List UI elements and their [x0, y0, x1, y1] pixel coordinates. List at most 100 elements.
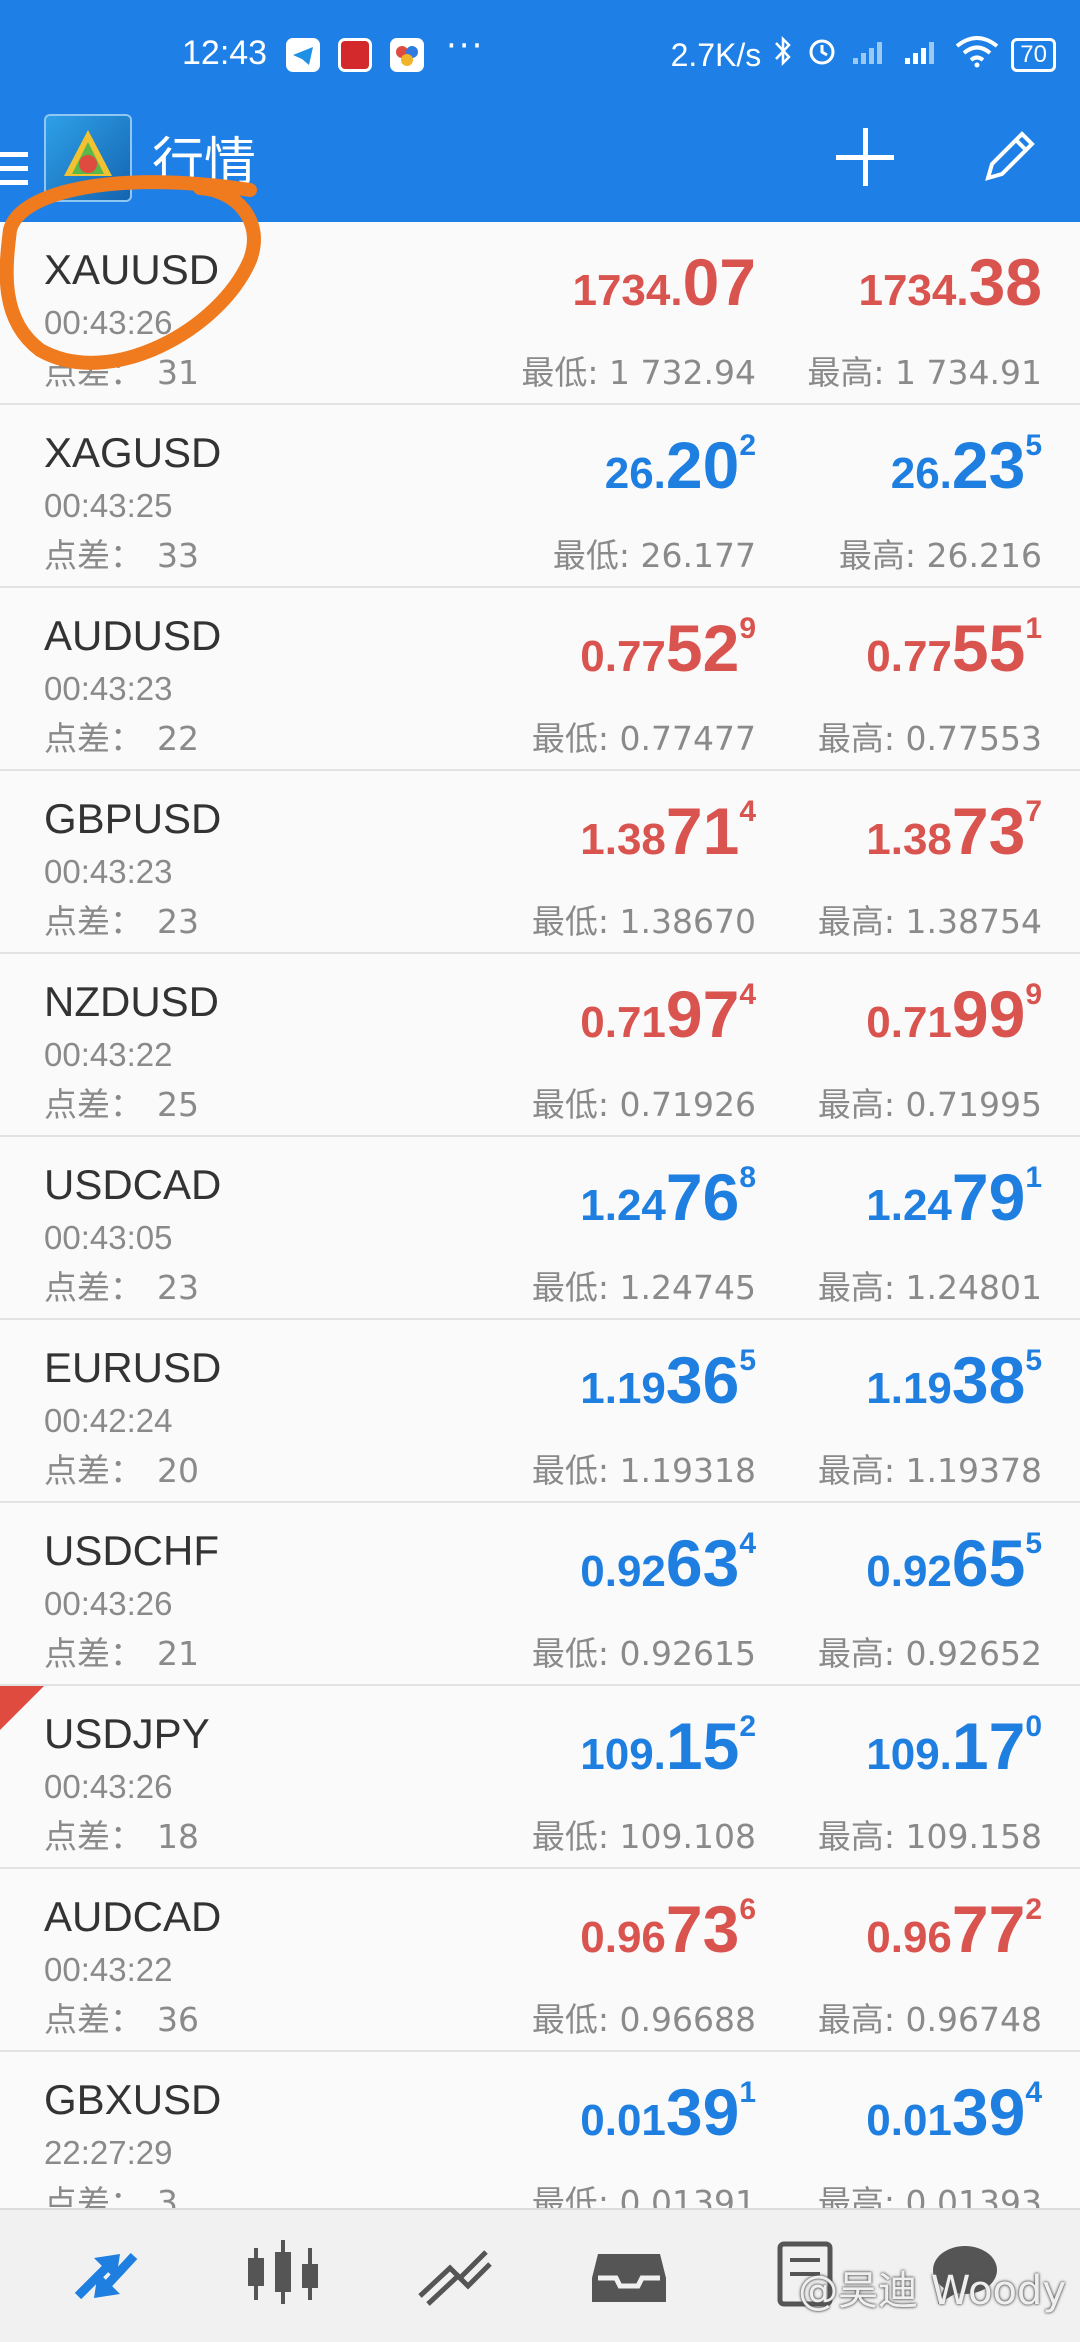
ask-price: 1734.38: [858, 244, 1042, 320]
ask-price: 0.01394: [866, 2074, 1042, 2150]
bid-price-prefix: 0.77: [580, 632, 666, 681]
ask-price-pips: 99: [951, 977, 1026, 1051]
nav-history[interactable]: [584, 2234, 674, 2314]
quote-row[interactable]: GBPUSD 00:43:23 点差： 23 1.38714 1.38737 最低: 1.3…: [0, 771, 1080, 954]
bid-price: 1.24768: [580, 1159, 756, 1235]
high-label: 最高:: [817, 1268, 896, 1307]
quote-row[interactable]: AUDCAD 00:43:22 点差： 36 0.96736 0.96772 最低: 0.9…: [0, 1869, 1080, 2052]
quote-row[interactable]: AUDUSD 00:43:23 点差： 22 0.77529 0.77551 最低: 0.7…: [0, 588, 1080, 771]
bid-price-fraction: 1: [739, 2076, 756, 2109]
quote-row[interactable]: USDCHF 00:43:26 点差： 21 0.92634 0.92655 最低: 0.9…: [0, 1503, 1080, 1686]
high-value: 26.216: [926, 536, 1042, 575]
low-price: 最低: 1.24745: [532, 1261, 756, 1309]
low-value: 0.96688: [619, 2000, 756, 2039]
low-label: 最低:: [531, 2000, 610, 2039]
high-label: 最高:: [817, 902, 896, 941]
spread-label: 点差：: [44, 1085, 143, 1124]
quote-row[interactable]: USDCAD 00:43:05 点差： 23 1.24768 1.24791 最低: 1.2…: [0, 1137, 1080, 1320]
hamburger-menu-icon[interactable]: [0, 138, 30, 194]
quote-time: 00:43:22: [44, 1951, 173, 1988]
high-label: 最高:: [817, 1451, 896, 1490]
more-notifications-icon: ···: [446, 26, 485, 66]
bid-price-fraction: 4: [739, 1527, 756, 1560]
bid-price: 1734.07: [572, 244, 756, 320]
ask-price: 1.24791: [866, 1159, 1042, 1235]
add-symbol-icon[interactable]: [836, 128, 894, 186]
spread-text: 点差： 22: [44, 712, 199, 760]
high-value: 0.77553: [905, 719, 1042, 758]
quote-time: 00:43:26: [44, 304, 173, 341]
signal-weak-icon: [851, 36, 891, 74]
bid-price: 1.19365: [580, 1342, 756, 1418]
high-label: 最高:: [807, 353, 885, 392]
ask-price-fraction: 5: [1025, 429, 1042, 462]
spread-label: 点差：: [44, 536, 143, 575]
symbol-name: XAGUSD: [44, 429, 222, 476]
app-bar: 行情: [0, 110, 1080, 222]
spread-label: 点差：: [44, 1634, 143, 1673]
nav-trade[interactable]: [410, 2234, 500, 2314]
quote-row[interactable]: EURUSD 00:42:24 点差： 20 1.19365 1.19385 最低: 1.1…: [0, 1320, 1080, 1503]
low-value: 1.38670: [619, 902, 756, 941]
ask-price-fraction: 1: [1025, 612, 1042, 645]
low-label: 最低:: [531, 1817, 610, 1856]
high-price: 最高: 0.71995: [818, 1078, 1042, 1126]
symbol-name: AUDUSD: [44, 612, 222, 659]
bid-price-prefix: 0.96: [580, 1913, 666, 1962]
edit-pencil-icon[interactable]: [978, 124, 1042, 188]
bluetooth-icon: [773, 34, 793, 76]
high-price: 最高: 0.92652: [818, 1627, 1042, 1675]
low-label: 最低:: [531, 1451, 610, 1490]
high-price: 最高: 109.158: [818, 1810, 1042, 1858]
bid-price: 0.96736: [580, 1891, 756, 1967]
high-price: 最高: 1.19378: [818, 1444, 1042, 1492]
news-app-icon: [338, 38, 372, 72]
bid-price-prefix: 1.19: [580, 1364, 666, 1413]
quote-row[interactable]: XAUUSD 00:43:26 点差： 31 1734.07 1734.38 最低: 1 7…: [0, 222, 1080, 405]
symbol-name: USDCHF: [44, 1527, 219, 1574]
ask-price-fraction: 7: [1025, 795, 1042, 828]
spread-value: 33: [157, 536, 199, 575]
ask-price-prefix: 0.71: [866, 998, 952, 1047]
spread-value: 21: [157, 1634, 199, 1673]
bid-price-pips: 76: [665, 1160, 740, 1234]
bid-price-pips: 36: [665, 1343, 740, 1417]
quote-time: 00:43:26: [44, 1768, 173, 1805]
ask-price-prefix: 26.: [890, 449, 952, 498]
low-value: 1 732.94: [609, 353, 756, 392]
quote-row[interactable]: XAGUSD 00:43:25 点差： 33 26.202 26.235 最低: 26.17…: [0, 405, 1080, 588]
nav-chart[interactable]: [238, 2234, 328, 2314]
symbol-name: NZDUSD: [44, 978, 219, 1025]
ask-price-pips: 17: [951, 1709, 1026, 1783]
quote-time: 00:43:25: [44, 487, 173, 524]
spread-value: 31: [157, 353, 199, 392]
bid-price-pips: 20: [665, 428, 740, 502]
bid-price-pips: 07: [682, 245, 756, 319]
spread-value: 18: [157, 1817, 199, 1856]
ask-price-prefix: 1.38: [866, 815, 952, 864]
high-price: 最高: 1.24801: [818, 1261, 1042, 1309]
spread-value: 20: [157, 1451, 199, 1490]
network-speed: 2.7K/s: [670, 36, 762, 73]
quote-row[interactable]: NZDUSD 00:43:22 点差： 25 0.71974 0.71999 最低: 0.7…: [0, 954, 1080, 1137]
bid-price-pips: 52: [665, 611, 740, 685]
ask-price: 0.96772: [866, 1891, 1042, 1967]
symbol-name: USDCAD: [44, 1161, 222, 1208]
symbol-name: GBPUSD: [44, 795, 222, 842]
low-label: 最低:: [531, 1268, 610, 1307]
spread-value: 23: [157, 902, 199, 941]
low-price: 最低: 1 732.94: [521, 346, 756, 394]
bid-price-fraction: 5: [739, 1344, 756, 1377]
nav-quotes[interactable]: [64, 2234, 154, 2314]
quote-row[interactable]: USDJPY 00:43:26 点差： 18 109.152 109.170 最低: 109…: [0, 1686, 1080, 1869]
ask-price-pips: 38: [968, 245, 1042, 319]
symbol-name: AUDCAD: [44, 1893, 222, 1940]
ask-price-prefix: 0.77: [866, 632, 952, 681]
low-value: 109.108: [619, 1817, 756, 1856]
bid-price-pips: 39: [665, 2075, 740, 2149]
low-label: 最低:: [531, 1085, 610, 1124]
low-price: 最低: 109.108: [532, 1810, 756, 1858]
low-label: 最低:: [531, 1634, 610, 1673]
low-value: 1.24745: [619, 1268, 756, 1307]
bid-price: 0.01391: [580, 2074, 756, 2150]
